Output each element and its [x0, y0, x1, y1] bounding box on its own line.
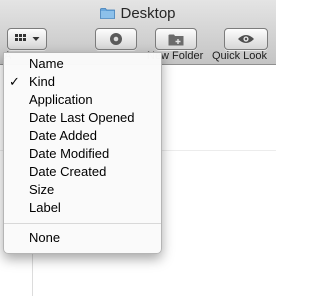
window-title-bar: Desktop	[0, 4, 276, 22]
new-folder-icon	[168, 34, 183, 45]
checkmark-icon: ✓	[9, 74, 20, 89]
menu-item-date-added[interactable]: Date Added	[4, 127, 161, 145]
new-folder-button[interactable]	[155, 28, 197, 50]
arrange-by-menu: Name ✓ Kind Application Date Last Opened…	[3, 52, 162, 254]
eye-icon	[238, 35, 254, 43]
menu-item-date-modified[interactable]: Date Modified	[4, 145, 161, 163]
menu-item-size[interactable]: Size	[4, 181, 161, 199]
gear-icon	[110, 33, 122, 45]
folder-icon	[100, 8, 116, 19]
action-button[interactable]	[95, 28, 137, 50]
menu-item-application[interactable]: Application	[4, 91, 161, 109]
menu-separator	[4, 223, 161, 224]
menu-item-name[interactable]: Name	[4, 55, 161, 73]
menu-item-label[interactable]: Label	[4, 199, 161, 217]
window-title: Desktop	[120, 4, 176, 22]
quick-look-label: Quick Look	[212, 50, 268, 62]
grid-icon	[14, 34, 26, 41]
menu-item-none[interactable]: None	[4, 229, 161, 247]
menu-item-kind[interactable]: ✓ Kind	[4, 73, 161, 91]
arrange-button[interactable]	[7, 28, 47, 50]
chevron-down-icon	[32, 37, 39, 41]
menu-item-date-last-opened[interactable]: Date Last Opened	[4, 109, 161, 127]
menu-item-date-created[interactable]: Date Created	[4, 163, 161, 181]
quick-look-button[interactable]	[224, 28, 268, 50]
